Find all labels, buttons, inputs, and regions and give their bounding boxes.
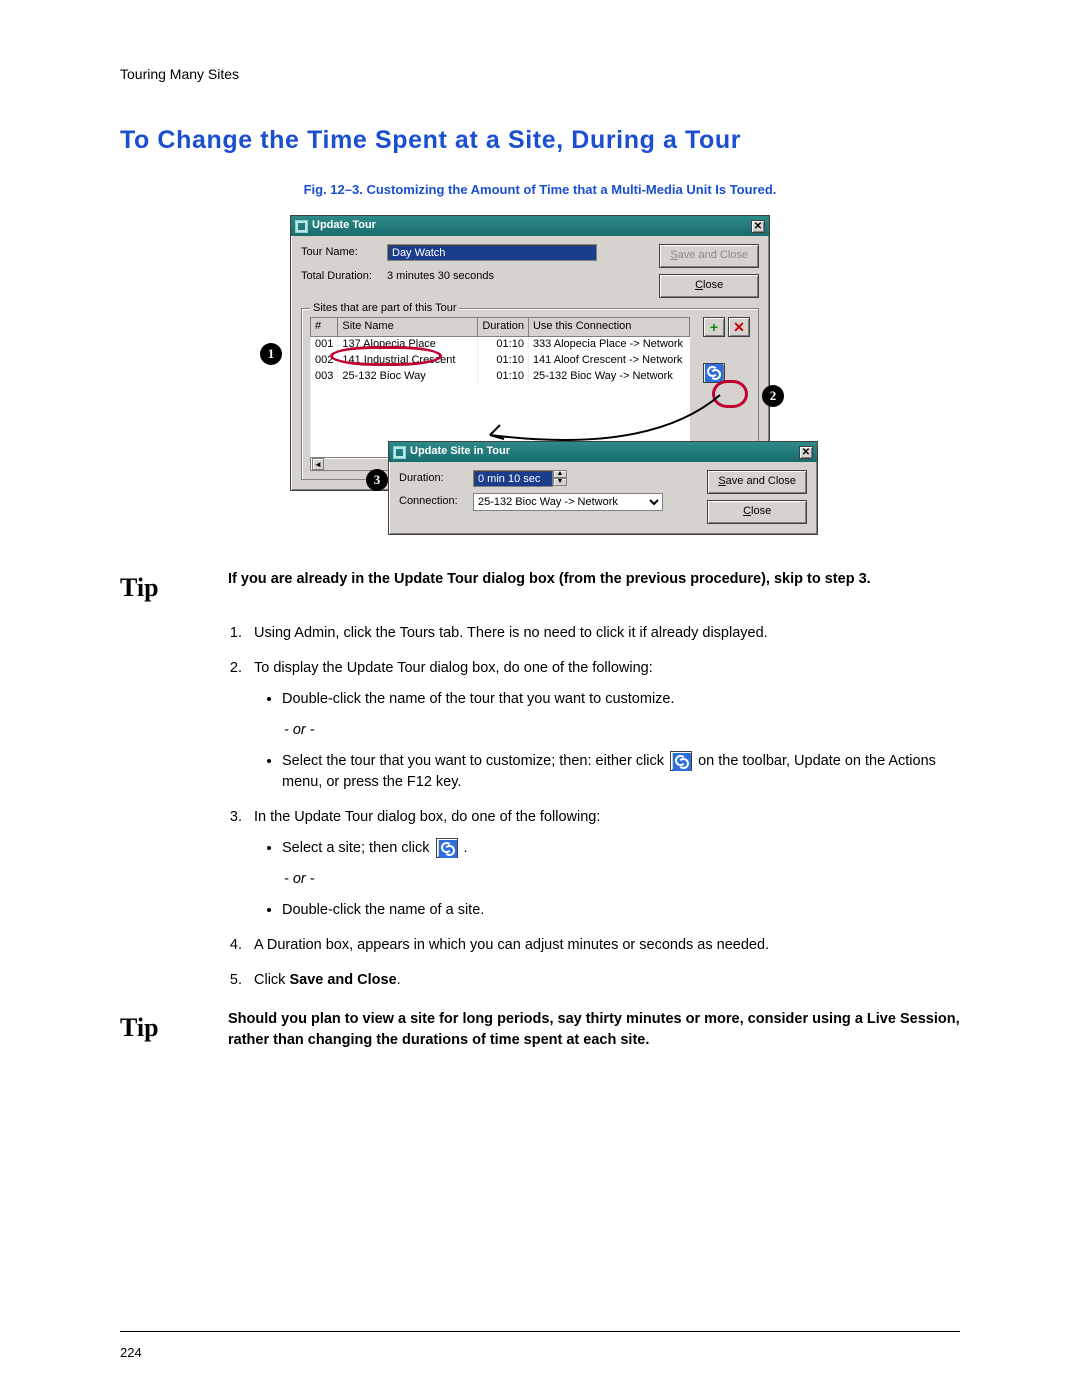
step-1: Using Admin, click the Tours tab. There … [246,623,960,644]
page-number: 224 [120,1344,142,1363]
running-head: Touring Many Sites [120,64,960,84]
tip-text: Should you plan to view a site for long … [228,1009,960,1051]
save-close-button[interactable]: Save and Close [707,470,807,494]
annotation-badge-2: 2 [762,385,784,407]
close-button[interactable]: Close [707,500,807,524]
update-tour-title: Update Tour [312,218,376,234]
tour-name-field[interactable]: Day Watch [387,244,597,261]
footer-rule [120,1331,960,1332]
table-row[interactable]: 001 137 Alopecia Place 01:10 333 Alopeci… [311,337,690,353]
connection-select[interactable]: 25-132 Bioc Way -> Network [473,493,663,511]
groupbox-label: Sites that are part of this Tour [310,301,459,317]
total-duration-label: Total Duration: [301,269,381,285]
tour-name-label: Tour Name: [301,245,381,261]
update-tour-titlebar[interactable]: Update Tour ✕ [291,216,769,236]
tip-label: Tip [120,569,220,607]
spin-down-icon[interactable]: ▼ [553,478,567,486]
tip-label: Tip [120,1009,220,1051]
connection-label: Connection: [399,494,467,510]
remove-icon[interactable]: ✕ [728,317,750,337]
table-row[interactable]: 003 25-132 Bioc Way 01:10 25-132 Bioc Wa… [311,369,690,385]
add-icon[interactable]: + [703,317,725,337]
step-3a: Select a site; then click . [282,838,960,859]
dialog-icon [295,220,308,233]
table-header: # Site Name Duration Use this Connection [311,318,690,337]
or-separator: - or - [284,720,960,741]
dialog-icon [393,446,406,459]
step-2a: Double-click the name of the tour that y… [282,689,960,710]
total-duration-value: 3 minutes 30 seconds [387,269,494,285]
update-toolbar-icon [670,751,692,771]
duration-spinner[interactable]: 0 min 10 sec ▲▼ [473,470,567,487]
table-row[interactable]: 002 141 Industrial Crescent 01:10 141 Al… [311,353,690,369]
page-heading: To Change the Time Spent at a Site, Duri… [120,122,960,158]
close-icon[interactable]: ✕ [751,220,765,233]
step-4: A Duration box, appears in which you can… [246,935,960,956]
update-site-title: Update Site in Tour [410,444,510,460]
update-site-titlebar[interactable]: Update Site in Tour ✕ [389,442,817,462]
sites-table: # Site Name Duration Use this Connection… [310,317,690,457]
step-2: To display the Update Tour dialog box, d… [246,658,960,793]
figure-area: Update Tour ✕ Tour Name: Day Watch Total… [260,215,820,545]
step-3: In the Update Tour dialog box, do one of… [246,807,960,921]
procedure-steps: Using Admin, click the Tours tab. There … [220,623,960,991]
step-2b: Select the tour that you want to customi… [282,751,960,793]
tip-text: If you are already in the Update Tour di… [228,569,960,607]
annotation-badge-1: 1 [260,343,282,365]
figure-caption: Fig. 12–3. Customizing the Amount of Tim… [120,181,960,200]
or-separator: - or - [284,869,960,890]
step-5: Click Save and Close. [246,970,960,991]
close-icon[interactable]: ✕ [799,446,813,459]
spin-up-icon[interactable]: ▲ [553,470,567,478]
duration-label: Duration: [399,471,467,487]
update-icon[interactable] [703,363,725,383]
save-close-button[interactable]: Save and Close [659,244,759,268]
close-button[interactable]: Close [659,274,759,298]
update-icon [436,838,458,858]
step-3b: Double-click the name of a site. [282,900,960,921]
update-site-dialog: Update Site in Tour ✕ Duration: 0 min 10… [388,441,818,535]
